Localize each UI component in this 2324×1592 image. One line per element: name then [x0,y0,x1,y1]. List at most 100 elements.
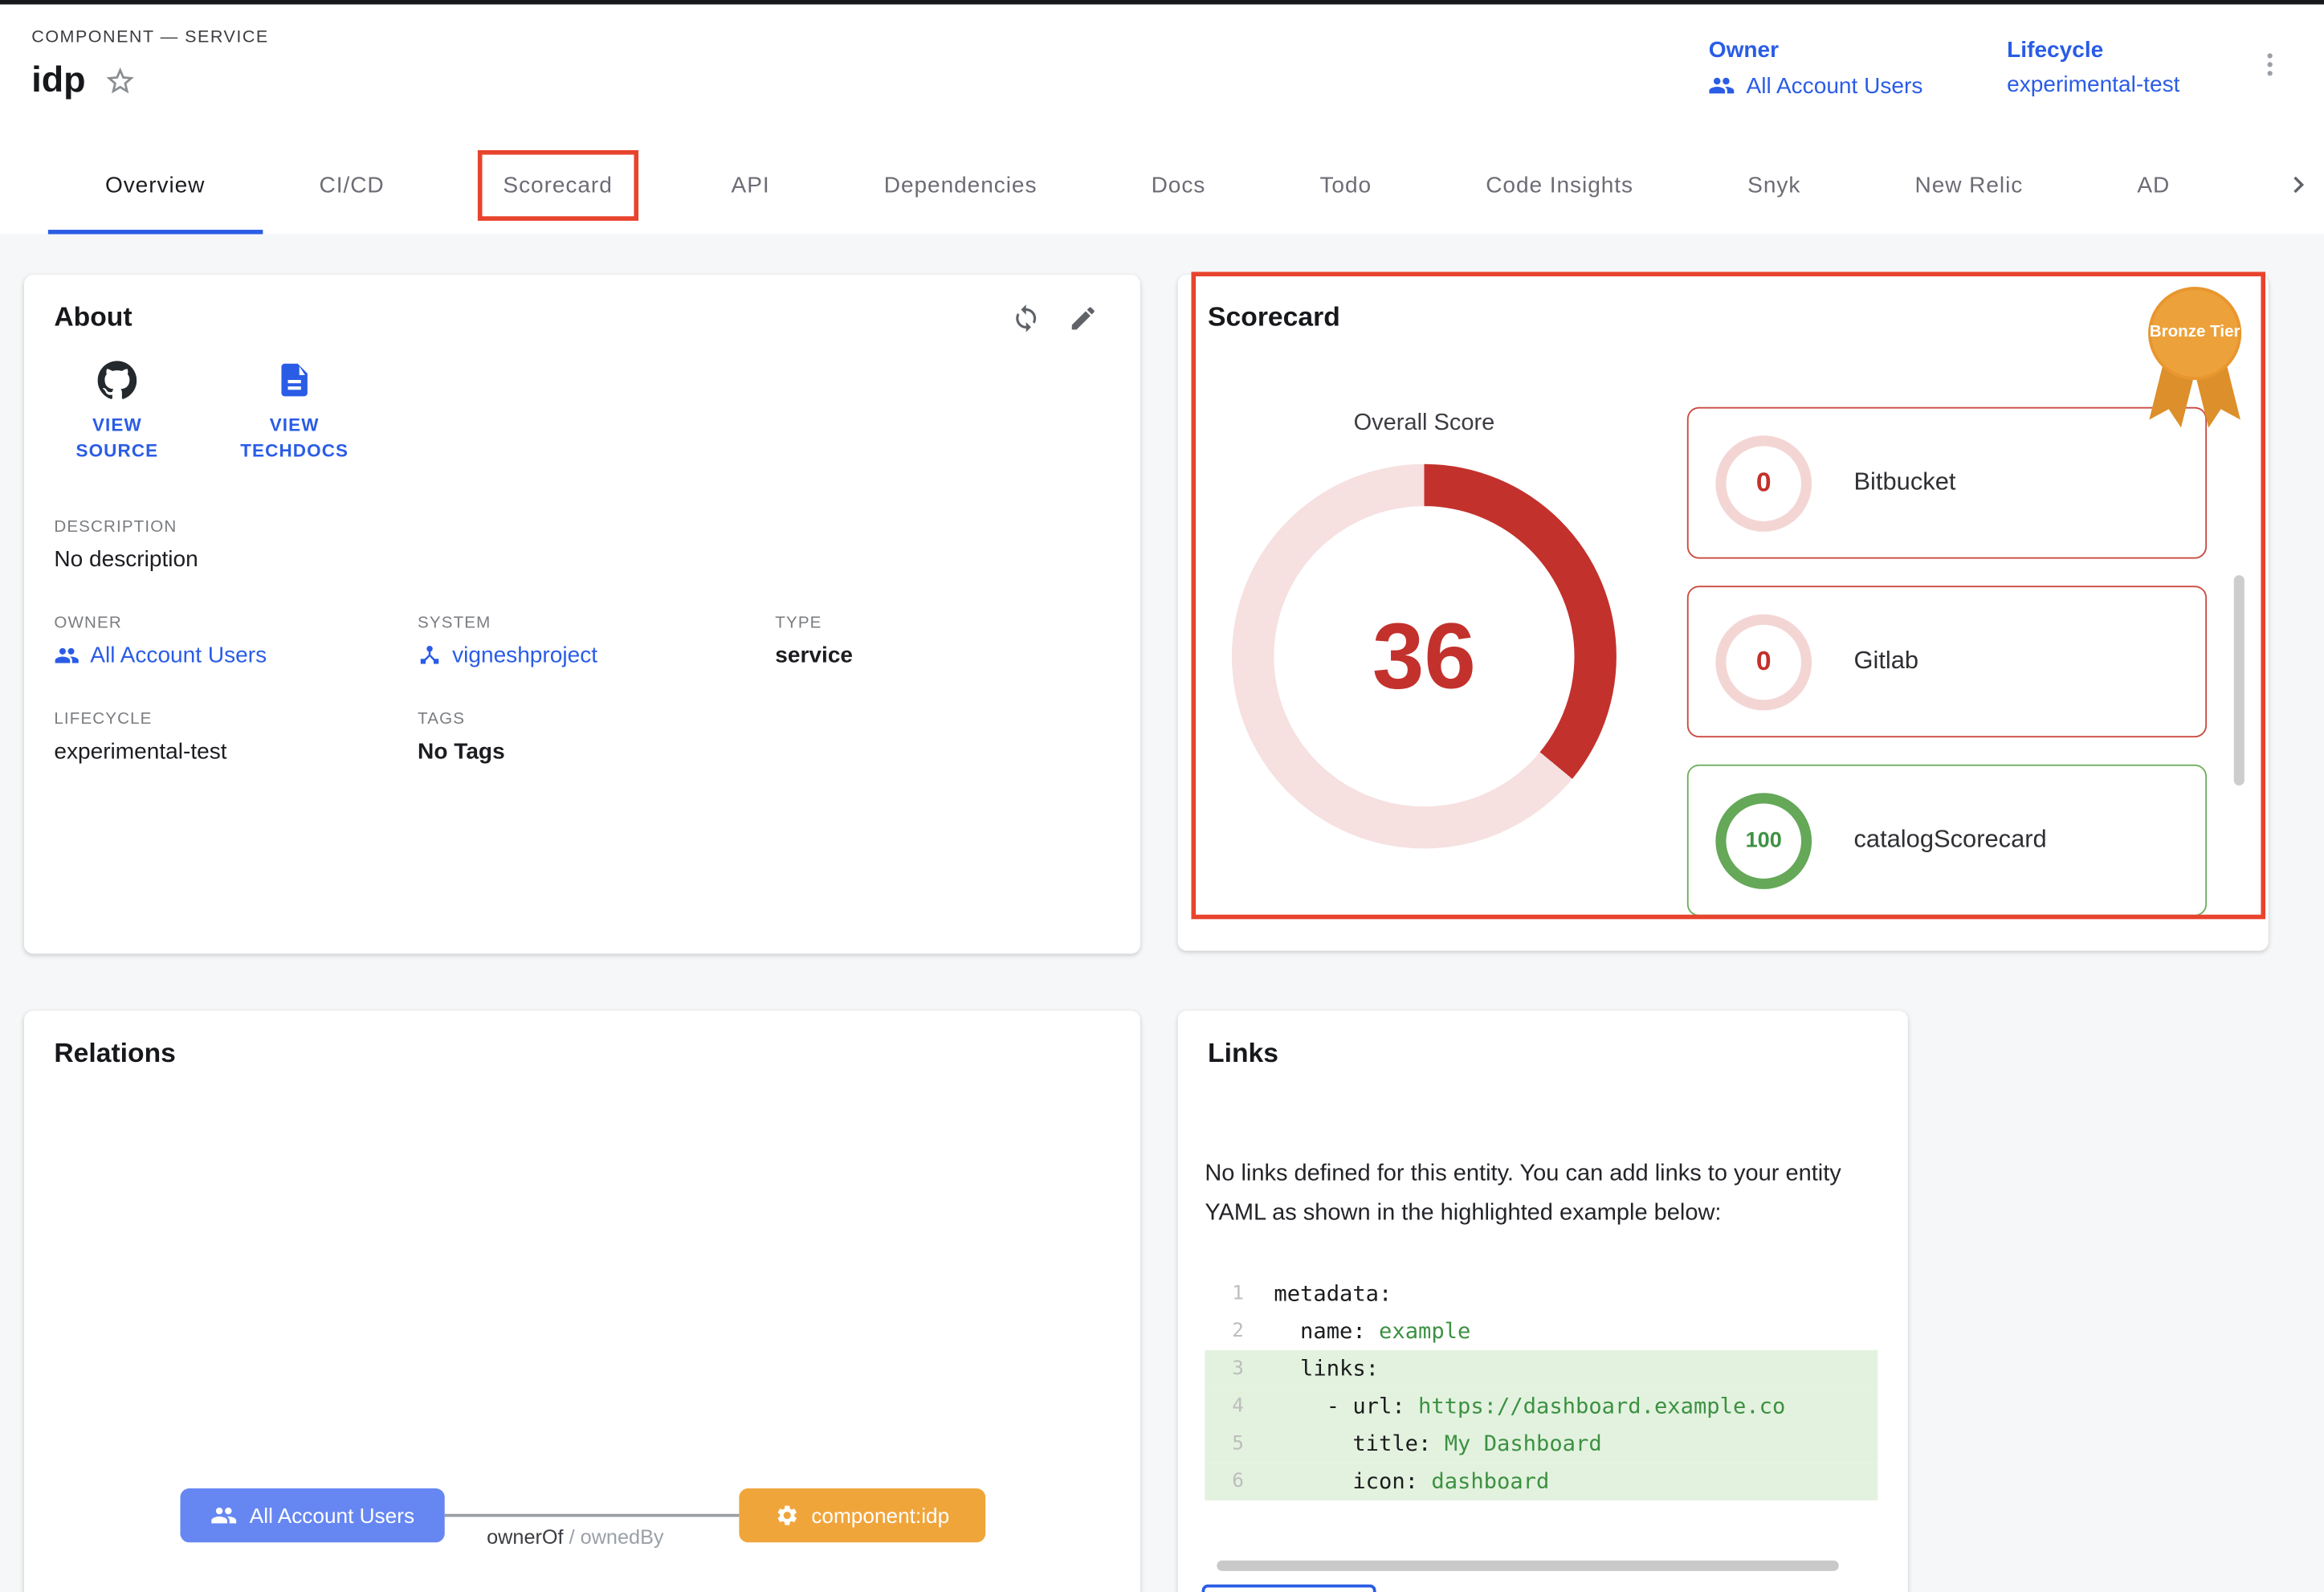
view-techdocs-label: VIEW TECHDOCS [240,413,349,463]
entity-identity: COMPONENT — SERVICE idp [31,22,268,135]
score-ring: 0 [1715,614,1812,710]
about-title: About [54,302,132,333]
owner-field-link[interactable]: All Account Users [54,643,418,668]
kebab-menu-icon[interactable] [2255,38,2285,80]
overall-score-value: 36 [1372,603,1476,710]
code-line-highlighted: 6 icon: dashboard [1205,1463,1878,1500]
lifecycle-field-label: LIFECYCLE [54,710,418,728]
description-label: DESCRIPTION [54,517,1110,535]
yaml-example-code: 1 metadata: 2 name: example 3 links: 4 -… [1205,1275,1878,1500]
scorecard-scrollbar[interactable] [2234,575,2244,786]
type-field: TYPE service [775,614,1110,667]
owner-label: Owner [1709,38,1923,63]
links-empty-message: No links defined for this entity. You ca… [1205,1155,1878,1233]
scorecard-card: Scorecard Bronze Tier Overall Score 36 0 [1178,275,2269,950]
tab-code-insights[interactable]: Code Insights [1429,135,1690,234]
owner-value: All Account Users [1747,73,1923,99]
description-value: No description [54,546,1110,572]
entity-header: COMPONENT — SERVICE idp Owner All Accoun… [0,5,2324,136]
type-field-value: service [775,643,1110,668]
overall-score-section: Overall Score 36 [1229,410,1619,848]
line-number: 5 [1205,1433,1244,1455]
tags-field: TAGS No Tags [418,710,775,764]
page-title: idp [31,60,85,102]
line-number: 3 [1205,1357,1244,1380]
system-field-value: vigneshproject [452,643,597,668]
lifecycle-value: experimental-test [2007,72,2179,98]
line-number: 2 [1205,1321,1244,1343]
overall-score-donut: 36 [1232,464,1617,849]
code-line: 2 name: example [1205,1312,1878,1350]
tab-scorecard[interactable]: Scorecard [442,135,675,234]
scorecard-item-gitlab[interactable]: 0 Gitlab [1687,586,2207,737]
tab-docs[interactable]: Docs [1094,135,1262,234]
overall-score-label: Overall Score [1229,410,1619,437]
tab-ad-truncated[interactable]: AD [2080,135,2227,234]
owner-field-label: OWNER [54,614,418,631]
system-field: SYSTEM vigneshproject [418,614,775,667]
bronze-tier-badge: Bronze Tier [2145,287,2244,437]
github-icon [98,361,137,400]
lifecycle-field: LIFECYCLE experimental-test [54,710,418,764]
edge-label-ownerof: ownerOf [487,1526,563,1549]
system-hub-icon [418,643,442,667]
score-ring: 0 [1715,435,1812,531]
owner-field-value: All Account Users [90,643,267,668]
scorecard-list: 0 Bitbucket 0 Gitlab 100 catalogScorecar… [1687,407,2207,916]
code-line-highlighted: 4 - url: https://dashboard.example.co [1205,1388,1878,1426]
refresh-icon[interactable] [1011,303,1041,333]
scorecard-item-label: Gitlab [1853,647,1918,676]
system-field-label: SYSTEM [418,614,775,631]
main-content: About VIEW SOURCE [0,235,2324,1592]
chevron-right-icon[interactable] [2276,135,2315,234]
tab-snyk[interactable]: Snyk [1690,135,1857,234]
lifecycle-meta: Lifecycle experimental-test [2007,38,2179,98]
scorecard-item-label: catalogScorecard [1853,826,2046,855]
owner-field: OWNER All Account Users [54,614,418,667]
code-line-highlighted: 3 links: [1205,1350,1878,1388]
relation-node-component[interactable]: component:idp [739,1488,985,1542]
lifecycle-field-value: experimental-test [54,738,418,764]
relations-graph: All Account Users component:idp ownerOf … [24,1069,1140,1592]
system-field-link[interactable]: vigneshproject [418,643,775,668]
scorecard-tab-annotation: Scorecard [478,149,638,220]
scorecard-title: Scorecard [1208,302,1340,333]
relations-title: Relations [54,1038,176,1069]
gear-icon [775,1504,799,1528]
tab-bar: Overview CI/CD Scorecard API Dependencie… [0,135,2324,235]
tab-dependencies[interactable]: Dependencies [827,135,1095,234]
tags-field-value: No Tags [418,738,775,764]
lifecycle-label: Lifecycle [2007,38,2179,63]
links-action-button[interactable] [1202,1585,1376,1592]
people-icon [1709,72,1736,100]
relations-card: Relations All Account Users component:id… [24,1010,1140,1592]
tab-new-relic[interactable]: New Relic [1857,135,2080,234]
tags-field-label: TAGS [418,710,775,728]
relation-edge-line [445,1514,740,1516]
about-card: About VIEW SOURCE [24,275,1140,953]
line-number: 6 [1205,1471,1244,1493]
view-techdocs-link[interactable]: VIEW TECHDOCS [240,361,349,463]
people-icon [210,1502,238,1529]
view-source-link[interactable]: VIEW SOURCE [63,361,172,463]
scorecard-item-bitbucket[interactable]: 0 Bitbucket [1687,407,2207,559]
favorite-star-icon[interactable] [104,64,137,97]
code-line: 1 metadata: [1205,1275,1878,1312]
links-card: Links No links defined for this entity. … [1178,1010,1908,1592]
edit-pencil-icon[interactable] [1068,303,1098,333]
owner-link[interactable]: All Account Users [1709,72,1923,100]
tab-api[interactable]: API [674,135,826,234]
score-ring: 100 [1715,792,1812,888]
breadcrumb: COMPONENT — SERVICE [31,29,268,47]
tab-overview[interactable]: Overview [48,135,263,234]
tab-cicd[interactable]: CI/CD [262,135,441,234]
scorecard-item-label: Bitbucket [1853,468,1955,497]
view-source-label: VIEW SOURCE [63,413,172,463]
code-horizontal-scrollbar[interactable] [1217,1561,1838,1571]
techdocs-file-icon [275,361,314,400]
relation-node-owner[interactable]: All Account Users [180,1488,444,1542]
relation-component-label: component:idp [811,1504,949,1528]
tab-todo[interactable]: Todo [1262,135,1429,234]
line-number: 1 [1205,1283,1244,1305]
scorecard-item-catalogscorecard[interactable]: 100 catalogScorecard [1687,765,2207,916]
